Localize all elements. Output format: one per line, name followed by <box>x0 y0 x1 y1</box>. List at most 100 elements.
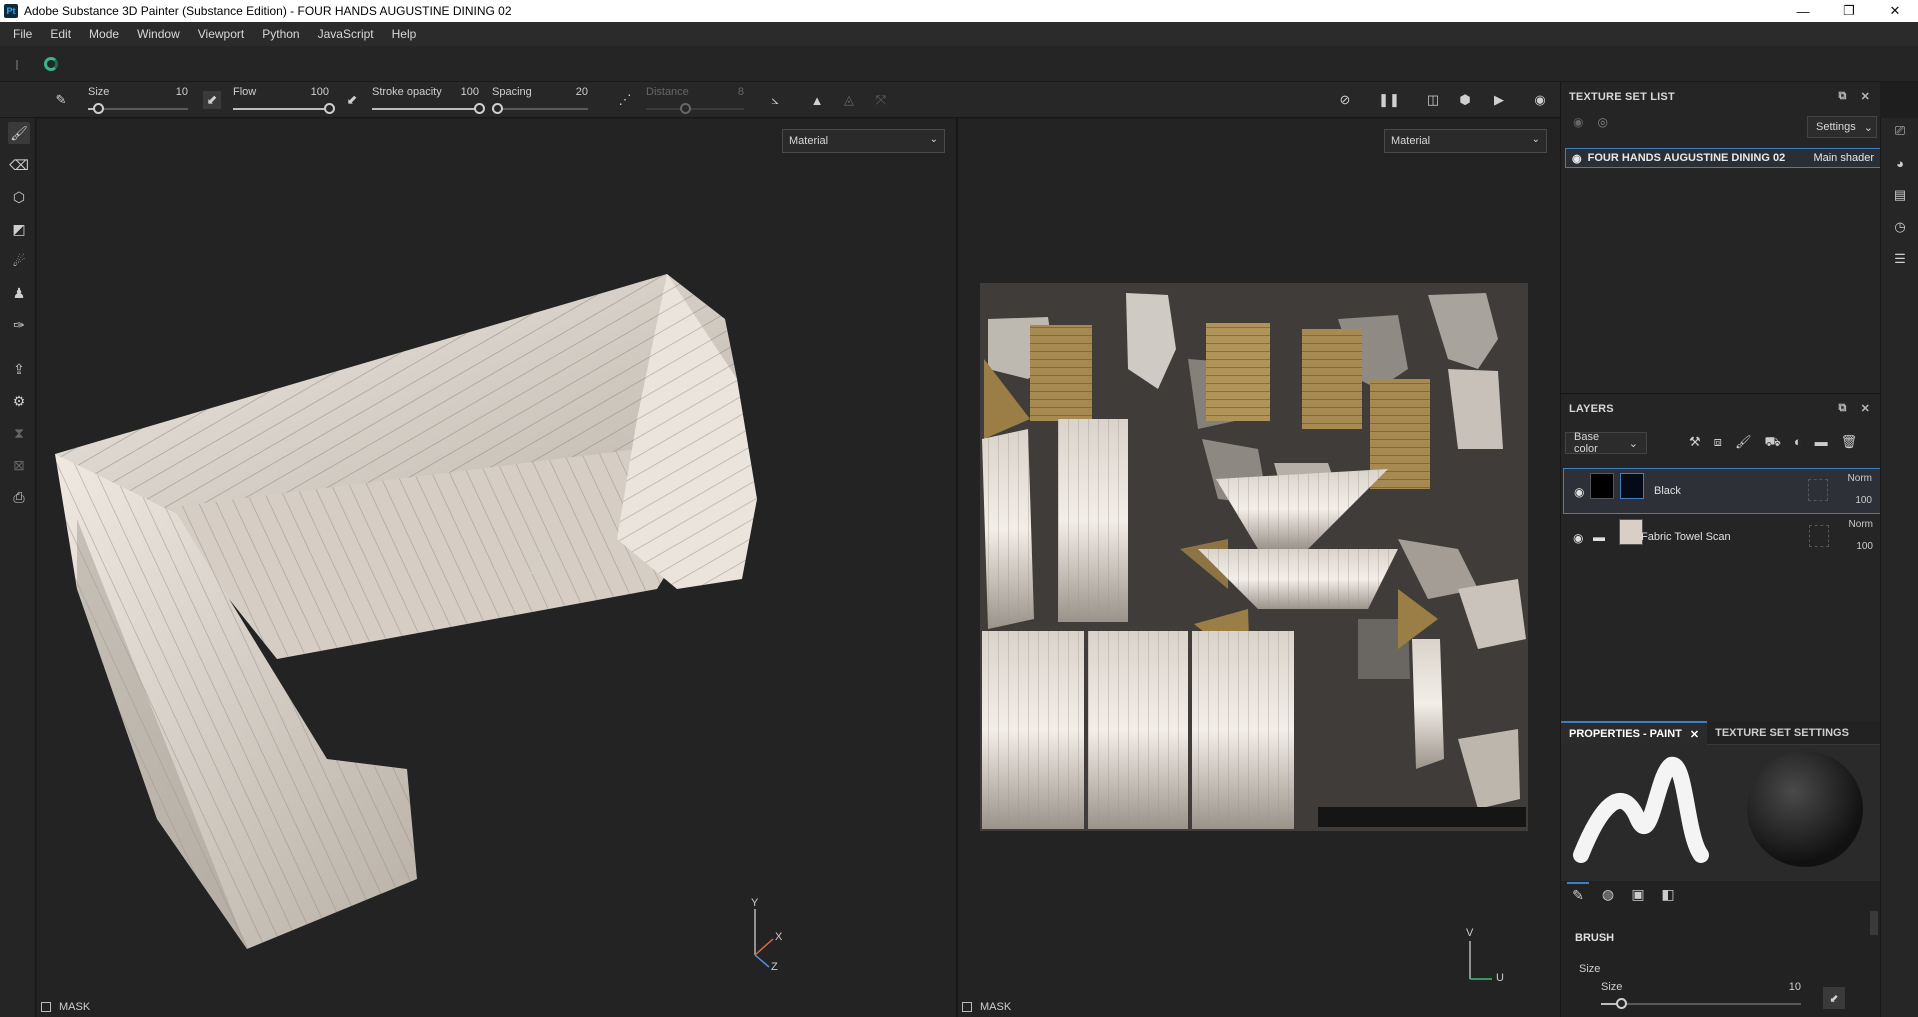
export-icon[interactable]: ⎙ <box>8 486 30 508</box>
projection-icon[interactable]: ⬡ <box>8 186 30 208</box>
tab-properties-paint[interactable]: PROPERTIES - PAINT ✕ <box>1561 721 1708 745</box>
spacing-knob[interactable] <box>491 103 503 114</box>
uv-texture-map[interactable] <box>958 119 1560 1017</box>
pen-pressure-size-icon[interactable]: ⬋ <box>203 91 221 109</box>
layer-row[interactable]: ◉ ▬ Fabric Towel Scan Norm 100 <box>1563 515 1881 561</box>
size-slider[interactable]: Size 10 <box>88 82 188 118</box>
flow-value[interactable]: 100 <box>311 86 329 98</box>
menu-window[interactable]: Window <box>128 27 189 41</box>
mask-thumbnail[interactable] <box>1620 473 1644 499</box>
mask-checkbox-2d[interactable] <box>962 1002 972 1012</box>
eraser-icon[interactable]: ⌫ <box>8 154 30 176</box>
texture-set-item[interactable]: ◉ FOUR HANDS AUGUSTINE DINING 02 Main sh… <box>1565 148 1881 168</box>
brush-size-slider[interactable]: Size 10 <box>1601 977 1801 1017</box>
viewport-split-icon[interactable]: ◫ <box>1424 91 1442 109</box>
paint-brush-icon[interactable]: 🖌 <box>8 122 30 144</box>
eye-icon[interactable]: ◉ <box>1572 152 1582 165</box>
stroke-opacity-knob[interactable] <box>474 103 485 114</box>
smudge-icon[interactable]: ☄ <box>8 250 30 272</box>
viewport-3d[interactable]: Material ⌄ Y X Z MASK <box>37 119 956 1017</box>
properties-scrollbar[interactable] <box>1870 911 1878 935</box>
add-folder-icon[interactable]: ▬ <box>1815 434 1828 452</box>
delete-layer-icon[interactable]: 🗑 <box>1841 434 1858 452</box>
material-tab-icon[interactable]: ◧ <box>1657 882 1679 906</box>
mask-toggle-3d[interactable]: MASK <box>37 997 90 1017</box>
mask-checkbox-3d[interactable] <box>41 1002 51 1012</box>
blend-mode[interactable]: Norm <box>1849 519 1873 530</box>
viewport-2d[interactable]: Material ⌄ V U MASK <box>958 119 1560 1017</box>
alpha-tab-icon[interactable]: ◍ <box>1597 882 1619 906</box>
eye-icon[interactable]: ◉ <box>1574 485 1584 499</box>
add-effect-icon[interactable]: ⚒ <box>1689 434 1701 452</box>
size-knob[interactable] <box>93 103 104 114</box>
menu-file[interactable]: File <box>4 27 41 41</box>
polygon-fill-icon[interactable]: ◩ <box>8 218 30 240</box>
size-track[interactable] <box>88 103 188 114</box>
symmetry-icon[interactable]: ▲ <box>808 91 826 109</box>
pen-pressure-flow-icon[interactable]: ⬋ <box>343 91 361 109</box>
menu-edit[interactable]: Edit <box>41 27 80 41</box>
add-mask-icon[interactable]: ⧈ <box>1714 434 1722 452</box>
drag-handle[interactable] <box>16 60 18 70</box>
menu-mode[interactable]: Mode <box>80 27 128 41</box>
line-mode-icon[interactable]: ⦣ <box>766 91 784 109</box>
stroke-opacity-value[interactable]: 100 <box>461 86 479 98</box>
log-icon[interactable]: ☰ <box>1891 250 1909 268</box>
shader-settings-icon[interactable]: ⎚ <box>1891 122 1909 140</box>
mask-toggle-2d[interactable]: MASK <box>958 997 1011 1017</box>
float-panel-icon[interactable]: ⧉ <box>1839 402 1847 415</box>
flow-slider[interactable]: Flow 100 <box>233 82 335 118</box>
close-icon[interactable]: ✕ <box>1690 728 1699 741</box>
close-panel-icon[interactable]: ✕ <box>1861 90 1870 103</box>
spacing-slider[interactable]: Spacing 20 <box>491 82 588 118</box>
screenshot-icon[interactable]: ◉ <box>1531 91 1549 109</box>
pause-icon[interactable]: ❚❚ <box>1378 91 1400 109</box>
close-panel-icon[interactable]: ✕ <box>1861 402 1870 415</box>
brush-size-knob[interactable] <box>1616 998 1627 1009</box>
menu-javascript[interactable]: JavaScript <box>309 27 383 41</box>
pen-pressure-icon[interactable]: ⬋ <box>1823 987 1845 1009</box>
blend-mode[interactable]: Norm <box>1848 473 1872 484</box>
sofa-model[interactable] <box>37 119 956 1017</box>
brush-size-value[interactable]: 10 <box>1789 981 1801 993</box>
environment-icon[interactable]: ◕ <box>1891 154 1909 172</box>
close-window-button[interactable]: ✕ <box>1872 0 1918 22</box>
blend-toggle[interactable] <box>1809 525 1829 547</box>
menu-python[interactable]: Python <box>253 27 308 41</box>
camera-icon[interactable]: ▶ <box>1490 91 1508 109</box>
spacing-value[interactable]: 20 <box>576 86 588 98</box>
texture-set-shader[interactable]: Main shader <box>1813 152 1874 164</box>
brush-tab-icon[interactable]: ✎ <box>1567 882 1589 906</box>
assets-icon[interactable]: ▤ <box>1891 186 1909 204</box>
eye-icon[interactable]: ◉ <box>1573 531 1583 545</box>
add-fill-layer-icon[interactable]: ⛟ <box>1764 434 1780 452</box>
float-panel-icon[interactable]: ⧉ <box>1839 90 1847 103</box>
lazy-mouse-toggle-icon[interactable]: ⋰ <box>616 91 634 109</box>
add-paint-layer-icon[interactable]: 🖌 <box>1735 434 1752 452</box>
channel-dropdown[interactable]: Base color ⌄ <box>1565 431 1647 455</box>
size-value[interactable]: 10 <box>176 86 188 98</box>
brush-size-track[interactable] <box>1601 998 1801 1009</box>
stroke-opacity-slider[interactable]: Stroke opacity 100 <box>372 82 485 118</box>
menu-help[interactable]: Help <box>383 27 426 41</box>
blend-toggle[interactable] <box>1808 479 1828 501</box>
history-icon[interactable]: ◷ <box>1891 218 1909 236</box>
flow-track[interactable] <box>233 103 335 114</box>
display-mode-icon[interactable]: ⬢ <box>1456 91 1474 109</box>
visibility-icon[interactable]: ◎ <box>1597 115 1607 129</box>
tab-texture-set-settings[interactable]: TEXTURE SET SETTINGS <box>1707 721 1857 745</box>
add-smart-material-icon[interactable]: ◐ <box>1794 434 1802 452</box>
color-picker-icon[interactable]: ✑ <box>8 314 30 336</box>
bake-icon[interactable]: ⇪ <box>8 358 30 380</box>
lazy-mouse-icon[interactable]: ✎ <box>52 91 70 109</box>
minimize-button[interactable]: — <box>1780 0 1826 22</box>
stroke-opacity-track[interactable] <box>372 103 485 114</box>
hide-ui-icon[interactable]: ⊘ <box>1336 91 1354 109</box>
settings-gear-icon[interactable]: ⚙ <box>8 390 30 412</box>
layer-opacity[interactable]: 100 <box>1856 541 1873 552</box>
settings-dropdown[interactable]: Settings ⌄ <box>1807 116 1877 138</box>
clone-stamp-icon[interactable]: ♟ <box>8 282 30 304</box>
maximize-button[interactable]: ❐ <box>1826 0 1872 22</box>
layer-opacity[interactable]: 100 <box>1855 495 1872 506</box>
flow-knob[interactable] <box>324 103 335 114</box>
